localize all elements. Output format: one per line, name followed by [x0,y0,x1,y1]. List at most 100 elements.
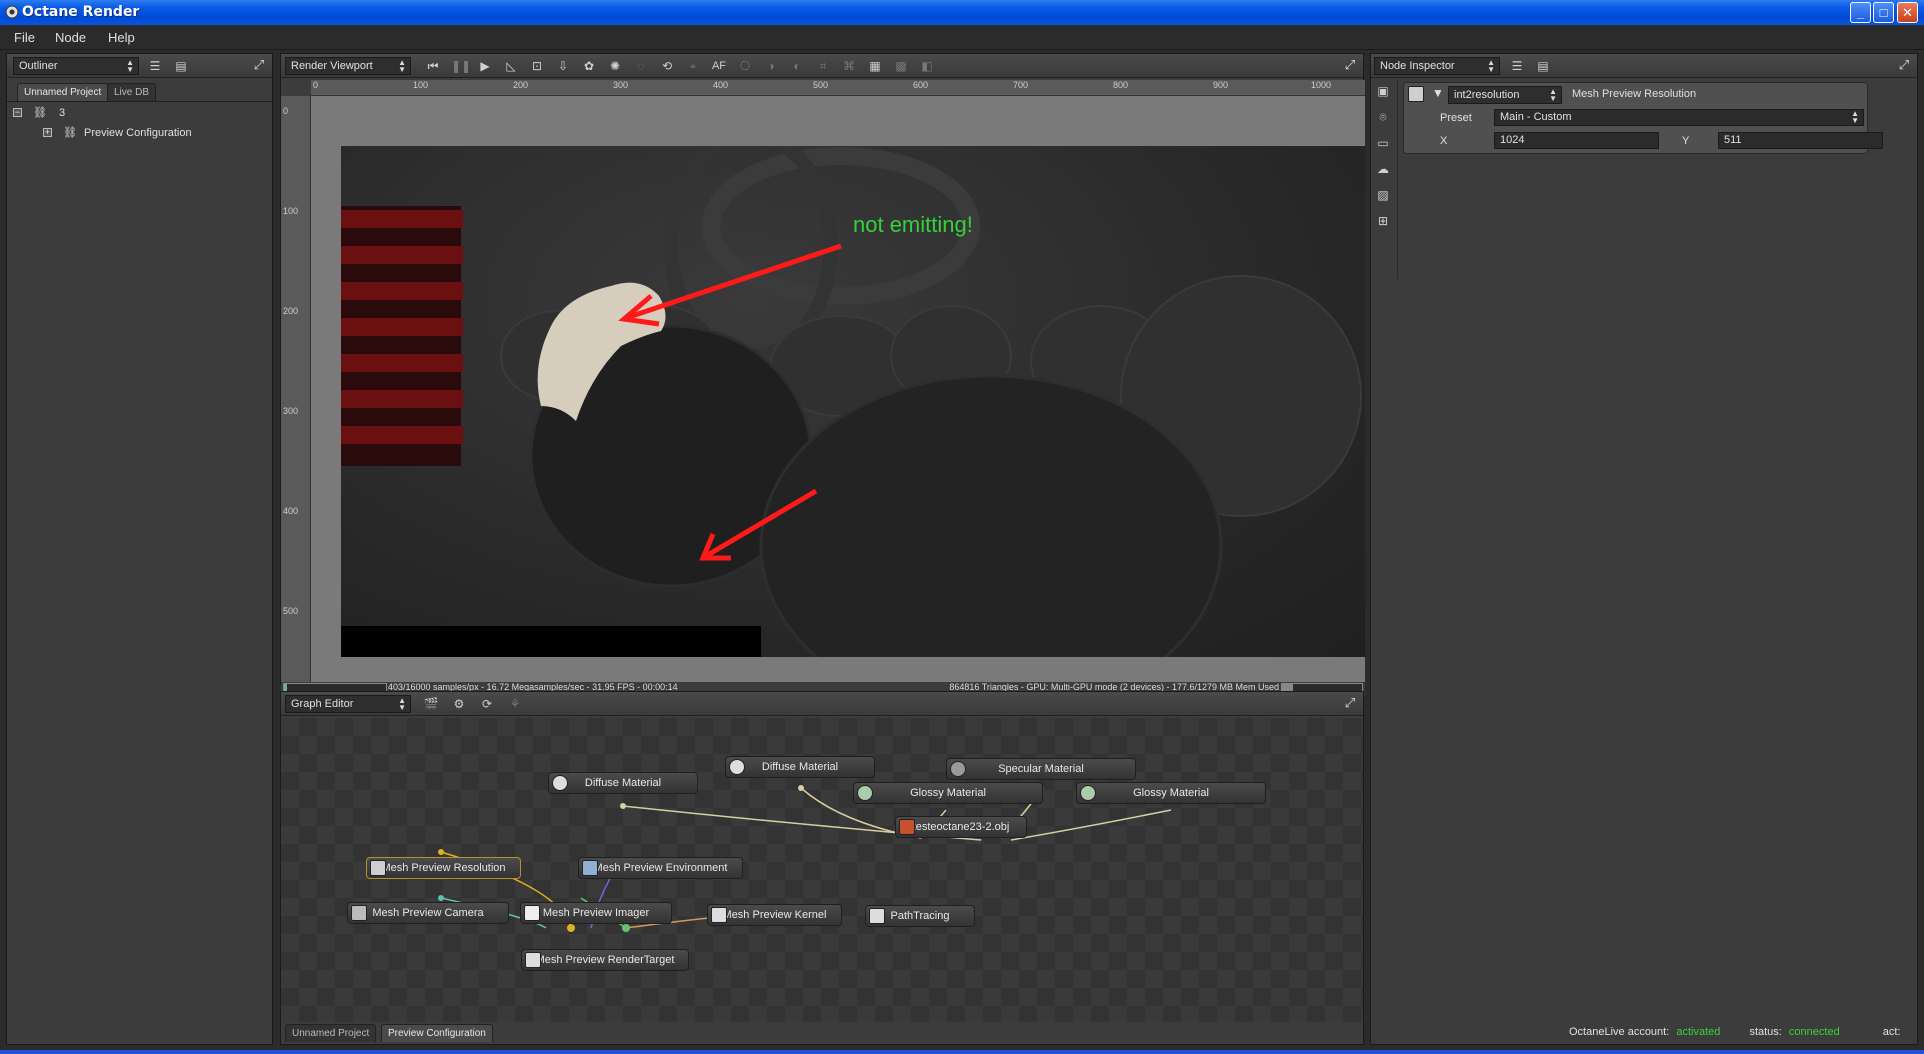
imager-icon [524,905,540,921]
render-image[interactable]: not emitting! [341,146,1365,657]
material-sphere-icon [729,759,745,775]
resolution-icon[interactable]: ▭ [1375,135,1391,151]
graph-node-glossy-material[interactable]: Glossy Material [1076,782,1266,804]
graph-node-diffuse-material[interactable]: Diffuse Material [548,772,698,794]
imager-icon[interactable]: ▨ [1375,187,1391,203]
updown-arrow-icon: ▲ ▼ [1549,87,1557,103]
maximize-button[interactable]: □ [1873,2,1894,23]
node-label: Mesh Preview RenderTarget [535,954,675,966]
outliner-panel: Outliner ▲ ▼ ☰ ▤ ⤢ Unnamed Project Live D… [6,53,273,1045]
resolution-y-field[interactable]: 511 [1718,132,1883,149]
graph-node-mesh-preview-rendertarget[interactable]: Mesh Preview RenderTarget [521,949,689,971]
updown-arrow-icon: ▲ ▼ [1851,109,1859,125]
material-sphere-icon [857,785,873,801]
updown-arrow-icon: ▲ ▼ [1487,58,1495,74]
ruler-label: 300 [613,80,629,90]
expand-toggle[interactable]: + [43,128,52,137]
environment-icon [582,860,598,876]
maximize-panel-icon[interactable]: ⤢ [1897,58,1911,72]
tab-unnamed-project[interactable]: Unnamed Project [17,83,109,101]
expand-all-icon[interactable]: ▤ [173,58,189,74]
graph-node-mesh-preview-environment[interactable]: Mesh Preview Environment [578,857,743,879]
outliner-tabs: Unnamed Project Live DB [7,80,272,102]
ruler-label: 500 [813,80,829,90]
node-label: Mesh Preview Imager [542,907,650,919]
unlink-icon[interactable]: ⚘ [507,696,523,712]
minimize-button[interactable]: _ [1850,2,1871,23]
annotation-text: not emitting! [853,212,973,237]
ruler-label: 700 [1013,80,1029,90]
collapse-triangle-icon[interactable]: ▼ [1432,86,1444,100]
render-canvas[interactable]: not emitting! [311,96,1365,682]
node-label: Diffuse Material [584,777,662,789]
outliner-selector[interactable]: Outliner ▲ ▼ [13,57,139,75]
node-graph-canvas[interactable]: Diffuse Material Diffuse Material Specul… [281,718,1363,1022]
node-inspector-selector[interactable]: Node Inspector ▲ ▼ [1374,57,1500,75]
outliner-header: Outliner ▲ ▼ ☰ ▤ ⤢ [7,54,272,78]
updown-arrow-icon: ▲ ▼ [126,58,134,74]
preset-value: Main - Custom [1500,111,1572,123]
node-label: Diffuse Material [761,761,839,773]
graph-editor-selector-label: Graph Editor [291,698,354,710]
window-title: Octane Render [22,4,140,20]
tab-unnamed-project[interactable]: Unnamed Project [285,1024,377,1042]
close-button[interactable]: ✕ [1897,2,1918,23]
render-target-icon[interactable]: ▣ [1375,83,1391,99]
graph-editor-selector[interactable]: Graph Editor ▲ ▼ [285,695,411,713]
node-inspector-selector-label: Node Inspector [1380,60,1455,72]
resolution-x-field[interactable]: 1024 [1494,132,1659,149]
graph-node-mesh-preview-camera[interactable]: Mesh Preview Camera [347,902,509,924]
collapse-all-icon[interactable]: ☰ [1509,58,1525,74]
load-mesh-icon[interactable]: ⚙ [451,696,467,712]
graph-node-mesh-preview-resolution[interactable]: Mesh Preview Resolution [366,857,521,879]
node-parameter-box: ▼ int2resolution ▲ ▼ Mesh Preview Resolut… [1403,82,1883,154]
scene-graph-icon: ⛓ [33,107,47,119]
graph-node-pathtracing[interactable]: PathTracing [865,905,975,927]
graph-node-mesh-preview-imager[interactable]: Mesh Preview Imager [520,902,672,924]
menu-help[interactable]: Help [108,30,135,45]
collapse-all-icon[interactable]: ☰ [147,58,163,74]
status-label: status: [1749,1026,1782,1038]
graph-node-glossy-material[interactable]: Glossy Material [853,782,1043,804]
menu-file[interactable]: File [14,30,35,45]
node-inspector-header: Node Inspector ▲ ▼ ☰ ▤ ⤢ [1371,54,1917,78]
unrendered-region [341,626,761,657]
node-label: testeoctane23-2.obj [912,821,1010,833]
graph-node-diffuse-material[interactable]: Diffuse Material [725,756,875,778]
menu-node[interactable]: Node [55,30,86,45]
node-label: Glossy Material [1133,787,1209,799]
graph-node-mesh-obj[interactable]: testeoctane23-2.obj [895,816,1027,838]
ruler-label: 600 [913,80,929,90]
ruler-label: 0 [313,80,319,90]
side-divider [1397,79,1398,279]
x-label: X [1440,135,1448,147]
red-spring-object [341,206,463,466]
ruler-label: 0 [283,106,289,116]
expand-all-icon[interactable]: ▤ [1535,58,1551,74]
camera-icon[interactable]: ⌾ [1375,109,1391,125]
kernel-icon[interactable]: ⊞ [1375,213,1391,229]
ruler-label: 100 [413,80,429,90]
maximize-panel-icon[interactable]: ⤢ [1343,696,1357,710]
tree-item-label: Preview Configuration [84,127,192,139]
node-label: Specular Material [998,763,1084,775]
graph-node-mesh-preview-kernel[interactable]: Mesh Preview Kernel [707,904,842,926]
graph-node-specular-material[interactable]: Specular Material [946,758,1136,780]
collapse-toggle[interactable]: − [13,108,22,117]
node-label: Glossy Material [910,787,986,799]
reload-icon[interactable]: ⟳ [479,696,495,712]
resolution-icon [370,860,386,876]
preset-dropdown[interactable]: Main - Custom ▲ ▼ [1494,109,1864,126]
environment-icon[interactable]: ☁ [1375,161,1391,177]
tab-live-db[interactable]: Live DB [107,83,157,101]
tab-preview-configuration[interactable]: Preview Configuration [381,1024,493,1042]
node-label: Mesh Preview Camera [372,907,484,919]
octane-logo-icon [5,5,19,19]
clapper-icon[interactable]: 🎬 [423,696,439,712]
viewport-body: 0 100 200 300 400 500 600 700 800 900 10… [281,54,1365,695]
ruler-label: 500 [283,606,299,616]
kernel-icon [711,907,727,923]
node-type-selector[interactable]: int2resolution ▲ ▼ [1448,86,1562,104]
maximize-panel-icon[interactable]: ⤢ [252,58,266,72]
render-viewport-panel: Render Viewport ▲ ▼ ⏮ ❚❚ ▶ ◺ ⊡ ⇩ ✿ ✺ ◌ ⟲ … [280,53,1365,695]
